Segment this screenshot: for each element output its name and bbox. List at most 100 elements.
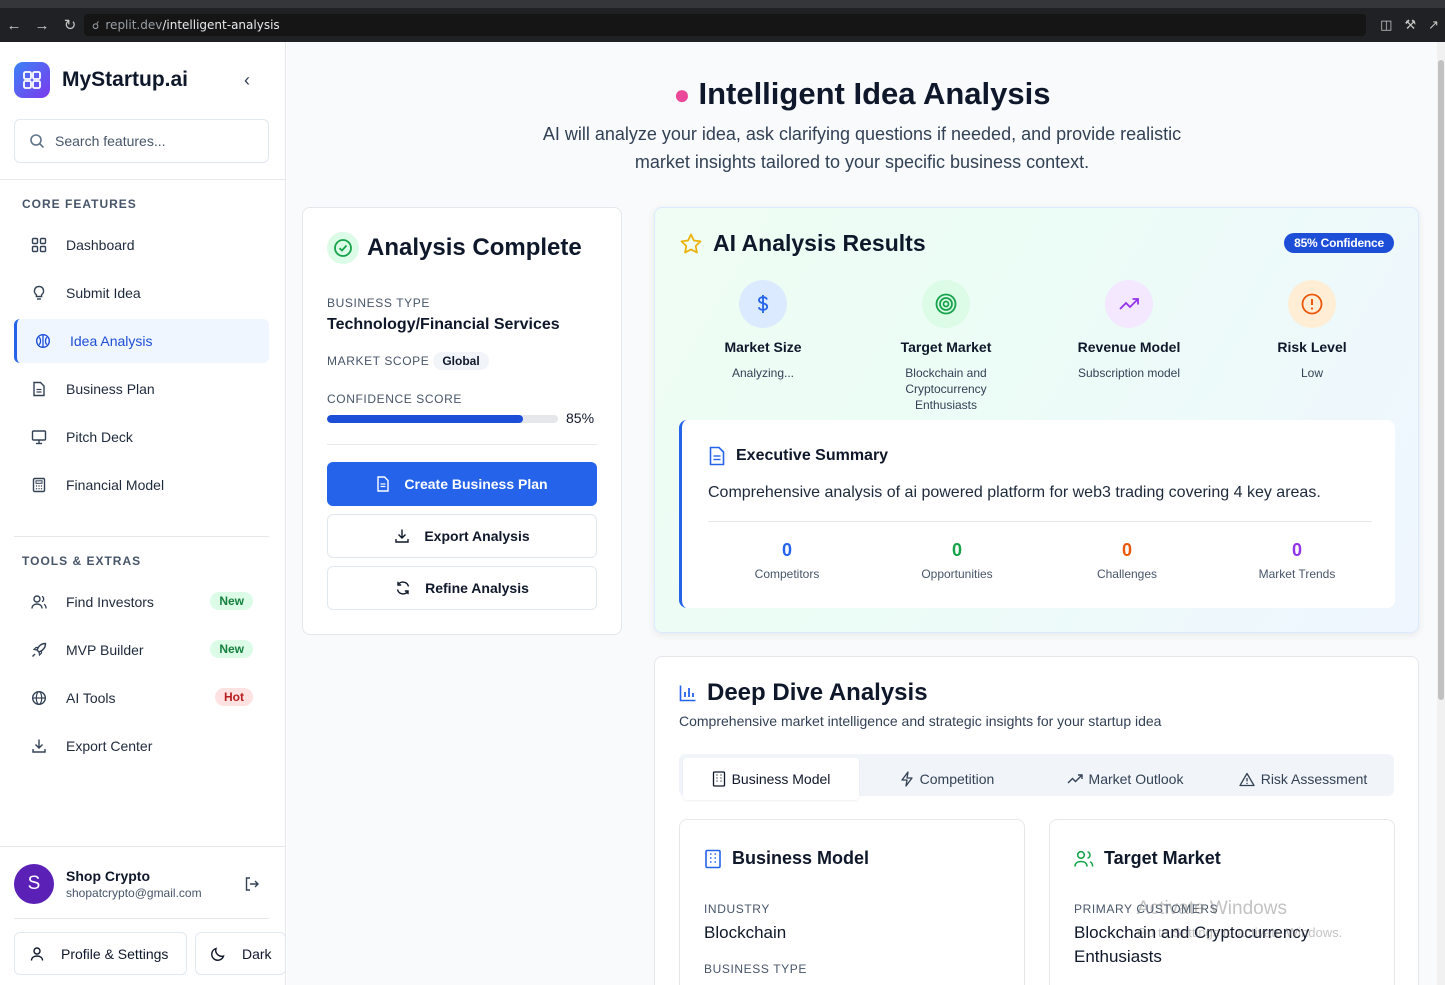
rocket-icon [30,641,48,659]
sidebar-item-business-plan[interactable]: Business Plan [14,367,269,411]
target-market-metric: Target Market Blockchain and Cryptocurre… [855,280,1037,413]
industry-label: INDUSTRY [704,902,770,916]
open-tab-icon[interactable]: ↗ [1428,17,1439,33]
page-scrollbar[interactable] [1437,42,1445,985]
lightbulb-icon [30,284,48,302]
users-icon [30,593,48,611]
sidebar-item-label: Submit Idea [66,285,141,301]
document-icon [376,476,390,492]
users-icon [1074,850,1094,868]
refine-analysis-button[interactable]: Refine Analysis [327,566,597,610]
tab-label: Risk Assessment [1260,771,1368,787]
stat-label: Market Trends [1258,567,1336,581]
target-market-title-text: Target Market [1104,848,1221,868]
user-icon [29,946,45,962]
export-analysis-label: Export Analysis [424,528,530,544]
grid-icon [30,236,48,254]
sidebar-item-label: MVP Builder [66,642,144,658]
calculator-icon [30,476,48,494]
sidebar-item-export-center[interactable]: Export Center [14,724,269,768]
ai-analysis-results-text: AI Analysis Results [713,230,926,256]
deep-dive-title-text: Deep Dive Analysis [707,679,928,706]
divider [14,536,269,537]
trending-up-icon [1067,772,1083,786]
revenue-model-metric: Revenue Model Subscription model [1038,280,1220,381]
refresh-icon [395,580,411,596]
tab-label: Competition [919,771,995,787]
forward-icon[interactable]: → [28,17,56,34]
tab-competition[interactable]: Competition [859,758,1035,800]
user-profile[interactable]: S Shop Crypto shopatcrypto@gmail.com [14,864,202,904]
industry-value: Blockchain [704,923,787,942]
analysis-complete-title: Analysis Complete [327,232,582,264]
alert-circle-icon [1288,280,1336,328]
scrollbar-thumb[interactable] [1438,60,1444,700]
tab-market-outlook[interactable]: Market Outlook [1035,758,1215,800]
dark-mode-button[interactable]: Dark [195,932,286,975]
sidebar-item-idea-analysis[interactable]: Idea Analysis [14,319,269,363]
sidebar-item-mvp-builder[interactable]: MVP Builder New [14,628,269,672]
site-info-icon[interactable]: ☌ [92,19,99,32]
export-analysis-button[interactable]: Export Analysis [327,514,597,558]
business-type-label: BUSINESS TYPE [704,962,807,976]
business-model-title: Business Model [704,848,869,869]
search-input[interactable] [55,133,245,149]
tab-business-model[interactable]: Business Model [683,758,859,800]
sidebar-item-dashboard[interactable]: Dashboard [14,223,269,267]
sidebar-item-find-investors[interactable]: Find Investors New [14,580,269,624]
stat-label: Challenges [1096,567,1158,581]
sidebar-item-financial-model[interactable]: Financial Model [14,463,269,507]
back-icon[interactable]: ← [0,17,28,34]
brand[interactable]: MyStartup.ai [14,62,188,98]
market-scope-label: MARKET SCOPE [327,354,430,368]
create-business-plan-button[interactable]: Create Business Plan [327,462,597,506]
sidebar-item-ai-tools[interactable]: AI Tools Hot [14,676,269,720]
page-subtitle: AI will analyze your idea, ask clarifyin… [542,124,1182,172]
profile-settings-label: Profile & Settings [61,945,169,962]
search-icon [30,134,45,149]
business-model-card: Business Model INDUSTRY Blockchain BUSIN… [679,819,1025,985]
zap-icon [900,771,914,787]
divider [0,846,286,847]
core-features-label: CORE FEATURES [22,197,137,211]
sidebar-item-submit-idea[interactable]: Submit Idea [14,271,269,315]
analysis-complete-text: Analysis Complete [367,234,582,261]
avatar: S [14,864,54,904]
confidence-score-value: 85% [566,410,595,426]
executive-summary-body: Comprehensive analysis of ai powered pla… [708,484,1321,501]
challenges-stat: 0 Challenges [1042,540,1212,581]
cast-icon[interactable]: ◫ [1380,17,1392,33]
business-type-label: BUSINESS TYPE [327,296,430,310]
page-title-text: Intelligent Idea Analysis [698,76,1051,111]
confidence-progress-bar [327,415,558,423]
create-business-plan-label: Create Business Plan [404,476,548,492]
reload-icon[interactable]: ↻ [56,16,84,34]
target-market-title: Target Market [1074,848,1221,869]
analysis-complete-card: Analysis Complete BUSINESS TYPE Technolo… [302,207,622,635]
address-bar[interactable]: ☌ replit.dev/intelligent-analysis [84,14,1366,36]
dark-mode-label: Dark [242,945,272,962]
sidebar-item-pitch-deck[interactable]: Pitch Deck [14,415,269,459]
logout-icon[interactable] [244,876,260,896]
wrench-icon[interactable]: ⚒ [1404,17,1416,33]
presentation-icon [30,428,48,446]
sidebar-item-label: Find Investors [66,594,154,610]
activate-windows-watermark: Activate Windows [1137,898,1287,919]
download-icon [30,737,48,755]
deep-dive-title: Deep Dive Analysis [679,679,928,707]
tab-label: Market Outlook [1088,771,1184,787]
collapse-sidebar-icon[interactable]: ‹ [244,70,250,91]
trending-up-icon [1105,280,1153,328]
divider [708,521,1372,522]
profile-settings-button[interactable]: Profile & Settings [14,932,187,975]
executive-summary-text: Executive Summary [736,447,889,464]
tab-risk-assessment[interactable]: Risk Assessment [1215,758,1391,800]
document-icon [708,446,726,466]
divider [0,179,286,180]
stat-value: 0 [951,540,962,560]
confidence-score-label: CONFIDENCE SCORE [327,392,462,406]
sidebar-item-label: Financial Model [66,477,165,493]
url-host: replit.dev [105,18,163,32]
brain-emoji-icon: ● [673,79,691,110]
stat-value: 0 [1291,540,1302,560]
